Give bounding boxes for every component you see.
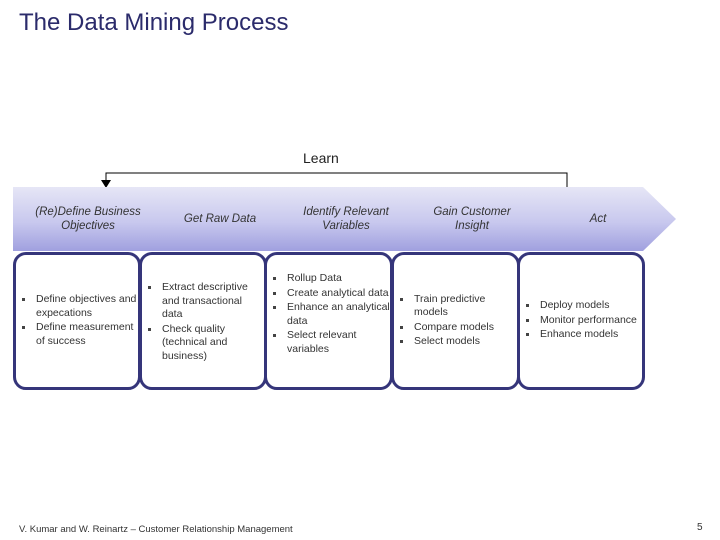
stage-label-act: Act — [589, 212, 607, 225]
footer-citation: V. Kumar and W. Reinartz – Customer Rela… — [19, 524, 293, 535]
bullet-item: Check quality (technical and business) — [148, 323, 264, 364]
bullet-item: Extract descriptive and transactional da… — [148, 281, 264, 322]
bullet-item: Rollup Data — [273, 272, 390, 286]
stage-label-identify-variables: Identify Relevant Variables — [303, 205, 389, 232]
bullet-item: Define objectives and expecations — [22, 293, 137, 319]
stage-label-define-objectives: (Re)Define Business Objectives — [35, 205, 141, 232]
bullet-item: Select models — [400, 335, 517, 349]
bullet-item: Enhance an analytical data — [273, 301, 390, 327]
stage-box-define-objectives: Define objectives and expecations Define… — [13, 252, 141, 390]
stage-box-gain-insight: Train predictive models Compare models S… — [391, 252, 520, 390]
bullet-item: Deploy models — [526, 299, 637, 313]
bullet-item: Compare models — [400, 321, 517, 335]
page-number: 5 — [697, 522, 703, 533]
bullet-item: Select relevant variables — [273, 329, 390, 356]
bullet-item: Train predictive models — [400, 293, 517, 320]
stage-box-act: Deploy models Monitor performance Enhanc… — [517, 252, 645, 390]
stage-box-identify-variables: Rollup Data Create analytical data Enhan… — [264, 252, 393, 390]
stage-box-get-raw-data: Extract descriptive and transactional da… — [139, 252, 267, 390]
bullet-item: Enhance models — [526, 328, 637, 342]
bullet-item: Define measurement of success — [22, 321, 138, 348]
stage-label-gain-insight: Gain Customer Insight — [433, 205, 511, 232]
bullet-item: Create analytical data — [273, 286, 389, 299]
bullet-item: Monitor performance — [526, 313, 637, 326]
stage-label-get-raw-data: Get Raw Data — [183, 212, 257, 225]
